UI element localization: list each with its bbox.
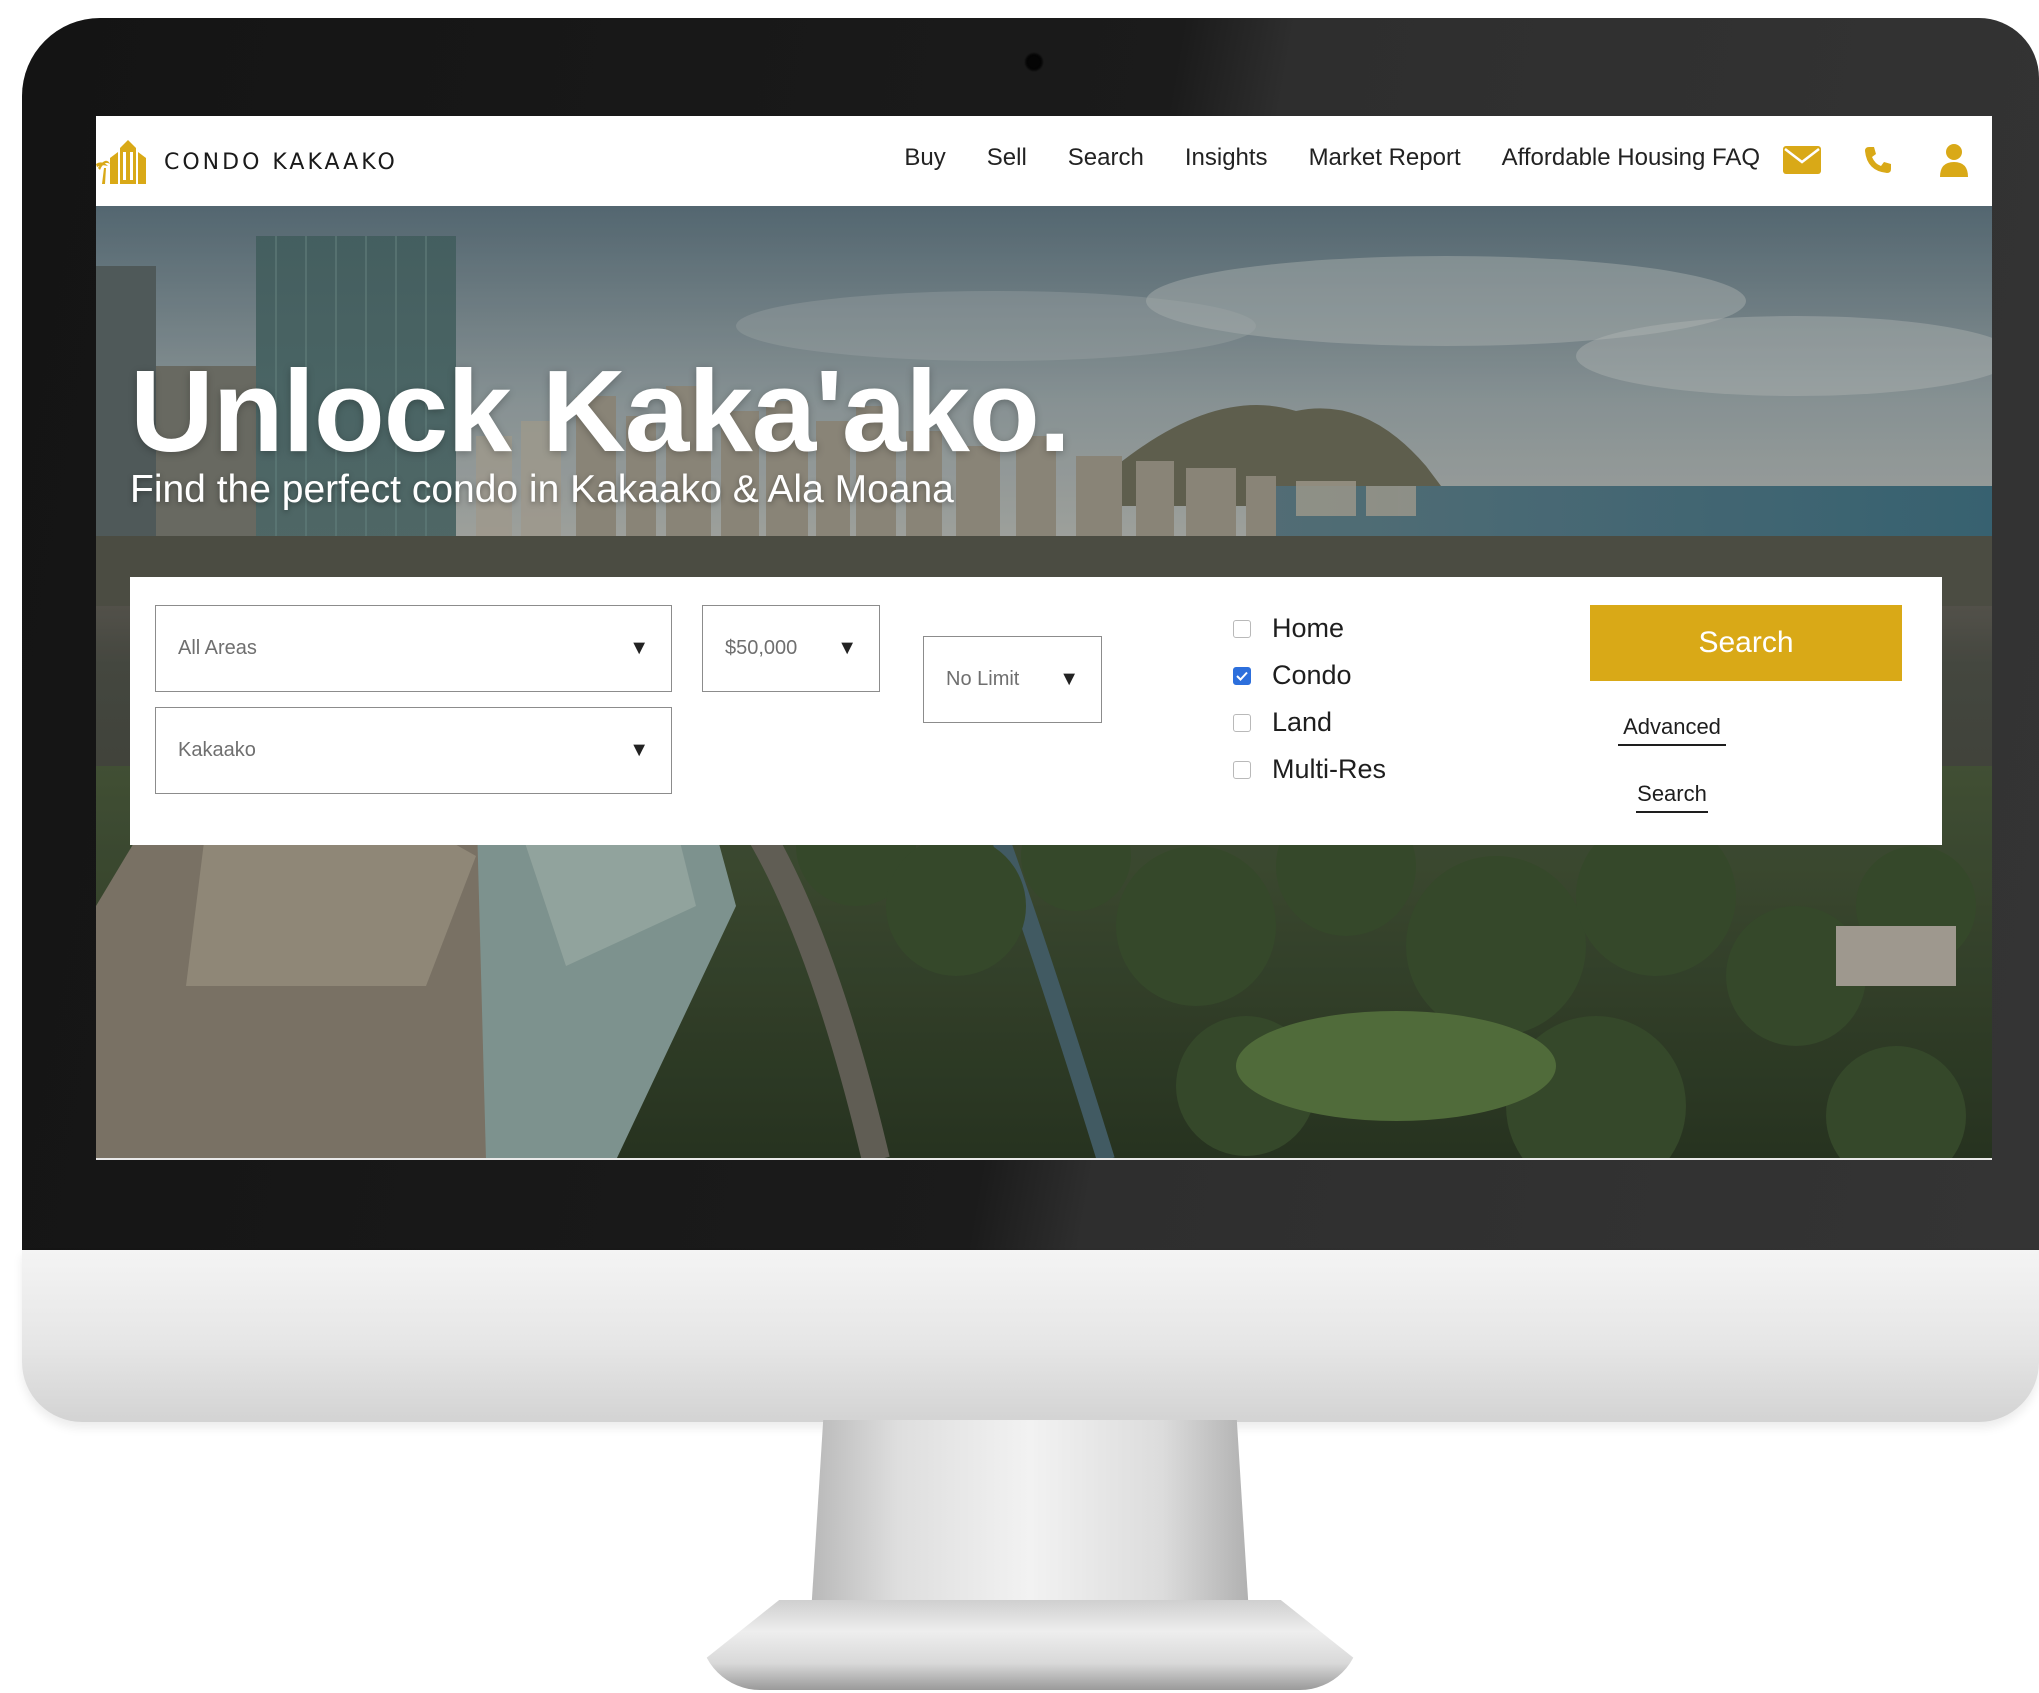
mail-icon[interactable]: [1764, 140, 1840, 180]
property-type-label: Home: [1272, 613, 1345, 643]
advanced-link-text: Search: [1637, 781, 1707, 806]
nav-link-affordable-housing-faq[interactable]: Affordable Housing FAQ: [1502, 144, 1760, 172]
top-navbar: CONDO KAKAAKO Buy Sell Search Insights M…: [96, 116, 1992, 206]
link-underline: [1618, 744, 1726, 746]
checkmark-icon: [1236, 671, 1248, 681]
neighborhood-select[interactable]: Kakaako ▼: [155, 707, 672, 794]
nav-link-sell[interactable]: Sell: [987, 144, 1027, 172]
building-logo-icon: [96, 140, 146, 184]
caret-down-icon: ▼: [837, 637, 857, 659]
hero-banner: Unlock Kaka'ako. Find the perfect condo …: [96, 206, 1992, 1160]
monitor-stand-base: [700, 1600, 1360, 1690]
max-price-select[interactable]: No Limit ▼: [923, 636, 1102, 723]
nav-links: Buy Sell Search Insights Market Report A…: [904, 144, 1760, 172]
screen-bottom-divider: [96, 1158, 1992, 1160]
website-screen: CONDO KAKAAKO Buy Sell Search Insights M…: [96, 116, 1992, 1160]
nav-link-buy[interactable]: Buy: [904, 144, 945, 172]
nav-link-search[interactable]: Search: [1068, 144, 1144, 172]
monitor-camera: [1024, 52, 1044, 72]
property-type-multi-res[interactable]: Multi-Res: [1233, 746, 1386, 793]
max-price-value: No Limit: [946, 668, 1020, 690]
property-type-list: Home Condo Land Multi-Res: [1233, 605, 1386, 793]
advanced-link-text: Advanced: [1623, 714, 1721, 739]
min-price-select[interactable]: $50,000 ▼: [702, 605, 880, 692]
property-type-condo[interactable]: Condo: [1233, 652, 1386, 699]
neighborhood-select-value: Kakaako: [178, 739, 256, 761]
caret-down-icon: ▼: [1059, 668, 1079, 690]
area-select[interactable]: All Areas ▼: [155, 605, 672, 692]
caret-down-icon: ▼: [629, 739, 649, 761]
user-icon[interactable]: [1916, 140, 1992, 180]
land-checkbox[interactable]: [1233, 713, 1251, 732]
caret-down-icon: ▼: [629, 637, 649, 659]
advanced-search-link-line1[interactable]: Advanced: [1618, 714, 1726, 746]
nav-link-market-report[interactable]: Market Report: [1309, 144, 1461, 172]
property-type-label: Multi-Res: [1272, 754, 1387, 784]
link-underline: [1636, 811, 1708, 813]
property-type-label: Land: [1272, 707, 1333, 737]
property-type-label: Condo: [1272, 660, 1352, 690]
property-search-panel: All Areas ▼ Kakaako ▼ $50,000 ▼ No Limit…: [130, 577, 1942, 845]
hero-subtitle: Find the perfect condo in Kakaako & Ala …: [130, 468, 954, 511]
property-type-home[interactable]: Home: [1233, 605, 1386, 652]
hero-title: Unlock Kaka'ako.: [130, 346, 1071, 476]
multi-res-checkbox[interactable]: [1233, 760, 1251, 779]
brand-name: CONDO KAKAAKO: [164, 149, 398, 175]
property-type-land[interactable]: Land: [1233, 699, 1386, 746]
monitor-chin: [22, 1250, 2039, 1422]
nav-icon-group: [1764, 140, 1992, 180]
monitor-stand-neck: [810, 1420, 1250, 1630]
search-button[interactable]: Search: [1590, 605, 1902, 681]
min-price-value: $50,000: [725, 637, 798, 659]
condo-checkbox[interactable]: [1233, 666, 1251, 685]
home-checkbox[interactable]: [1233, 619, 1251, 638]
brand-logo[interactable]: CONDO KAKAAKO: [96, 138, 398, 186]
area-select-value: All Areas: [178, 637, 257, 659]
nav-link-insights[interactable]: Insights: [1185, 144, 1268, 172]
advanced-search-link-line2[interactable]: Search: [1618, 781, 1726, 813]
phone-icon[interactable]: [1840, 140, 1916, 180]
